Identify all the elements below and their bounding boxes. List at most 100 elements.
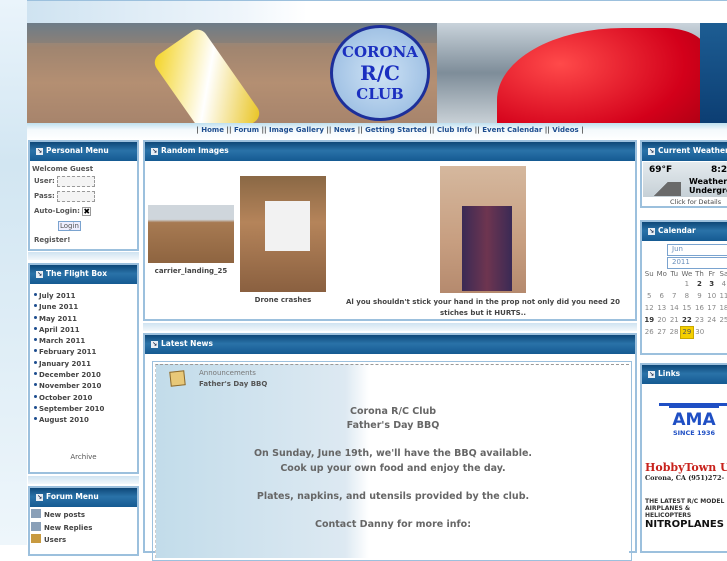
calendar-day[interactable]: 3 xyxy=(706,278,718,290)
username-input[interactable] xyxy=(57,175,96,187)
calendar-day[interactable]: 16 xyxy=(693,302,705,314)
calendar-day[interactable]: 28 xyxy=(668,326,680,338)
weather-widget[interactable]: 69°F 8:28 Weather Underground xyxy=(643,162,727,197)
login-button[interactable]: Login xyxy=(58,221,81,231)
calendar-day[interactable]: 22 xyxy=(680,314,693,326)
forum-item-label: New posts xyxy=(44,511,86,519)
nav-getting-started[interactable]: Getting Started xyxy=(365,126,427,134)
hobbytown-link[interactable]: HobbyTown USA Corona, CA (951)272- xyxy=(645,461,727,482)
calendar-day[interactable]: 21 xyxy=(668,314,680,326)
calendar-day[interactable]: 18 xyxy=(718,302,727,314)
nav-club-info[interactable]: Club Info xyxy=(437,126,472,134)
nav-home[interactable]: Home xyxy=(201,126,224,134)
collapse-icon[interactable]: ↘ xyxy=(36,494,43,501)
calendar-day[interactable]: 25 xyxy=(718,314,727,326)
calendar-day[interactable]: 23 xyxy=(693,314,705,326)
flight-box-month-link[interactable]: May 2011 xyxy=(30,315,137,326)
flight-box-month-link[interactable]: July 2011 xyxy=(30,292,137,303)
calendar-day[interactable]: 8 xyxy=(680,290,693,302)
calendar-day[interactable]: 26 xyxy=(643,326,655,338)
collapse-icon[interactable]: ↘ xyxy=(151,341,158,348)
register-link[interactable]: Register! xyxy=(32,234,135,246)
forum-menu-header: ↘ Forum Menu xyxy=(30,488,137,507)
nav-news[interactable]: News xyxy=(334,126,355,134)
calendar-day[interactable]: 14 xyxy=(668,302,680,314)
nitroplanes-name: NITROPLANES xyxy=(645,519,724,530)
flight-box-month-link[interactable]: April 2011 xyxy=(30,326,137,337)
nitroplanes-link[interactable]: THE LATEST R/C MODEL AIRPLANES & HELICOP… xyxy=(645,498,727,530)
flight-box-month-link[interactable]: October 2010 xyxy=(30,394,137,405)
weekday-label: Fr xyxy=(708,270,715,278)
flight-box-month-link[interactable]: June 2011 xyxy=(30,303,137,314)
page-background-left xyxy=(0,0,27,545)
nav-event-calendar[interactable]: Event Calendar xyxy=(482,126,542,134)
calendar-day[interactable]: 5 xyxy=(643,290,655,302)
weather-details-link[interactable]: Click for Details xyxy=(642,198,727,206)
calendar-day[interactable]: 4 xyxy=(718,278,727,290)
forum-menu-item[interactable]: New Replies xyxy=(31,521,136,535)
archive-link[interactable]: Archive xyxy=(30,453,137,461)
nav-image-gallery[interactable]: Image Gallery xyxy=(269,126,324,134)
forum-menu-item[interactable]: New posts xyxy=(31,509,136,522)
calendar-day[interactable]: 7 xyxy=(668,290,680,302)
header-banner: CORONA R/C CLUB xyxy=(27,23,700,123)
calendar-day xyxy=(668,278,680,290)
calendar-day[interactable]: 17 xyxy=(706,302,718,314)
collapse-icon[interactable]: ↘ xyxy=(648,228,655,235)
image-caption: carrier_landing_25 xyxy=(154,267,228,275)
calendar-day[interactable]: 15 xyxy=(680,302,693,314)
calendar-day[interactable]: 29 xyxy=(679,325,694,339)
calendar-day[interactable]: 11 xyxy=(718,290,727,302)
weekday-label: Tu xyxy=(670,270,679,278)
random-image-3[interactable] xyxy=(440,166,526,293)
calendar-day[interactable]: 19 xyxy=(643,314,655,326)
flight-box-month-link[interactable]: August 2010 xyxy=(30,416,137,427)
auto-login-checkbox[interactable]: ✖ xyxy=(82,206,92,216)
calendar-day[interactable]: 10 xyxy=(706,290,718,302)
calendar-day[interactable]: 27 xyxy=(655,326,668,338)
collapse-icon[interactable]: ↘ xyxy=(648,371,655,378)
calendar-day[interactable]: 1 xyxy=(680,278,693,290)
collapse-icon[interactable]: ↘ xyxy=(36,271,43,278)
flight-box-month-link[interactable]: December 2010 xyxy=(30,371,137,382)
news-category[interactable]: Announcements xyxy=(199,369,256,377)
welcome-text: Welcome Guest xyxy=(32,165,94,173)
flight-box-month-link[interactable]: November 2010 xyxy=(30,382,137,393)
month-select[interactable]: Jun xyxy=(667,244,727,256)
collapse-icon[interactable]: ↘ xyxy=(36,148,43,155)
collapse-icon[interactable]: ↘ xyxy=(648,148,655,155)
news-line: Contact Danny for more info: xyxy=(314,519,471,531)
collapse-icon[interactable]: ↘ xyxy=(151,148,158,155)
news-headline[interactable]: Father's Day BBQ xyxy=(199,380,267,388)
calendar-panel: ↘ Calendar Jun 2011 Su Mo Tu We Th Fr Sa 1 2 3 4 5 6 7… xyxy=(640,220,727,355)
flight-box-month-link[interactable]: March 2011 xyxy=(30,337,137,348)
forum-item-icon xyxy=(31,509,41,518)
weather-panel: ↘Current Weather 69°F 8:28 Weather Under… xyxy=(640,140,727,208)
flight-box-month-link[interactable]: September 2010 xyxy=(30,405,137,416)
image-caption: Al you shouldn't stick your hand in the … xyxy=(346,298,620,317)
calendar-day xyxy=(718,326,727,338)
calendar-day[interactable]: 30 xyxy=(693,326,705,338)
calendar-day xyxy=(643,278,655,290)
latest-news-header: ↘ Latest News xyxy=(145,335,635,354)
auto-login-label: Auto-Login: xyxy=(34,207,80,215)
calendar-day[interactable]: 6 xyxy=(655,290,668,302)
random-image-2[interactable] xyxy=(240,176,326,292)
calendar-day[interactable]: 12 xyxy=(643,302,655,314)
news-line: Father's Day BBQ xyxy=(346,420,440,432)
calendar-day[interactable]: 20 xyxy=(655,314,668,326)
year-select[interactable]: 2011 xyxy=(667,257,727,269)
nav-forum[interactable]: Forum xyxy=(234,126,259,134)
calendar-day[interactable]: 24 xyxy=(706,314,718,326)
calendar-grid: Su Mo Tu We Th Fr Sa 1 2 3 4 5 6 7 8 9 10 11 12 13 14 15 16 17 1… xyxy=(643,270,727,339)
calendar-day[interactable]: 2 xyxy=(693,278,705,290)
calendar-day[interactable]: 13 xyxy=(655,302,668,314)
random-image-1[interactable] xyxy=(148,205,234,263)
flight-box-month-link[interactable]: February 2011 xyxy=(30,348,137,359)
ama-link[interactable]: AMA SINCE 1936 xyxy=(654,397,727,437)
nav-videos[interactable]: Videos xyxy=(552,126,578,134)
flight-box-month-link[interactable]: January 2011 xyxy=(30,360,137,371)
calendar-day xyxy=(706,326,718,338)
calendar-day[interactable]: 9 xyxy=(693,290,705,302)
password-input[interactable] xyxy=(57,190,96,202)
